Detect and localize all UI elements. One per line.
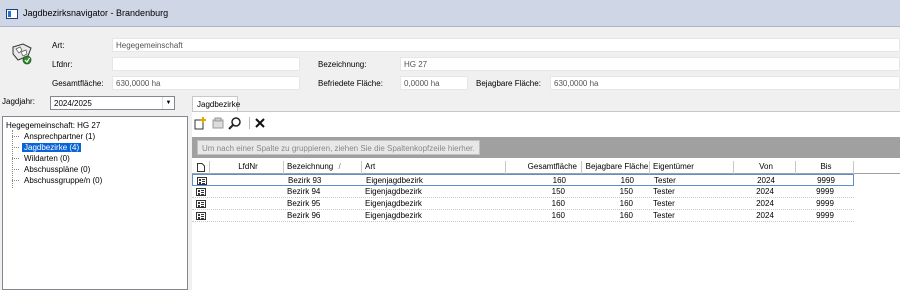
cell-bis: 9999 <box>816 187 834 196</box>
bejagbare-flaeche-label: Bejagbare Fläche: <box>476 79 541 88</box>
cell-von: 2024 <box>757 176 775 185</box>
dropdown-arrow-icon[interactable]: ▼ <box>162 97 174 109</box>
tree-item-abschussplaene[interactable]: Abschusspläne (0) <box>6 164 184 175</box>
app-window-icon <box>6 9 18 19</box>
delete-icon[interactable] <box>253 116 267 130</box>
column-header-eigentuemer[interactable]: Eigentümer <box>650 161 734 174</box>
column-header-bezeichnung[interactable]: Bezeichnung / <box>284 161 362 174</box>
cell-bezeichnung: Bezirk 96 <box>287 211 321 220</box>
lfdnr-label: Lfdnr: <box>52 60 73 69</box>
document-icon <box>197 163 205 172</box>
jagdjahr-select[interactable]: 2024/2025 ▼ <box>50 96 175 110</box>
lfdnr-field[interactable] <box>112 57 300 71</box>
cell-gesamtflaeche: 150 <box>551 187 565 196</box>
cell-lfdnr <box>210 186 284 197</box>
cell-von: 2024 <box>756 199 774 208</box>
tree-item-label: Abschussgruppe/n (0) <box>24 176 103 185</box>
bezeichnung-label: Bezeichnung: <box>318 60 367 69</box>
sort-ascending-icon: / <box>338 162 341 171</box>
column-header-bejagbare-flaeche[interactable]: Bejagbare Fläche <box>582 161 650 174</box>
tree-item-label: Ansprechpartner (1) <box>24 132 96 141</box>
column-header-lfdnr[interactable]: LfdNr <box>210 161 284 174</box>
jagdjahr-label: Jagdjahr: <box>2 97 35 106</box>
cell-bejagbare-flaeche: 160 <box>620 176 634 185</box>
search-icon[interactable] <box>228 116 242 130</box>
cell-art: Eigenjagdbezirk <box>365 187 422 196</box>
cell-bis: 9999 <box>816 199 834 208</box>
cell-eigentuemer: Tester <box>653 187 675 196</box>
cell-art: Eigenjagdbezirk <box>365 211 422 220</box>
cell-von: 2024 <box>756 187 774 196</box>
cell-bejagbare-flaeche: 160 <box>619 199 633 208</box>
properties-icon[interactable] <box>211 116 225 130</box>
gesamtflaeche-label: Gesamtfläche: <box>52 79 104 88</box>
jagdbezirke-grid: LfdNr Bezeichnung / Art Gesamtfläche Bej… <box>192 161 900 222</box>
header-panel: Art: Hegegemeinschaft Lfdnr: Bezeichnung… <box>0 28 900 92</box>
cell-bezeichnung: Bezirk 95 <box>287 199 321 208</box>
cell-eigentuemer: Tester <box>653 211 675 220</box>
cell-art: Eigenjagdbezirk <box>365 199 422 208</box>
befriedete-flaeche-label: Befriedete Fläche: <box>318 79 383 88</box>
record-icon <box>197 177 207 185</box>
column-header-icon[interactable] <box>192 161 210 174</box>
cell-von: 2024 <box>756 211 774 220</box>
window-title: Jagdbezirksnavigator - Brandenburg <box>23 8 169 18</box>
jagdjahr-value: 2024/2025 <box>54 99 92 108</box>
cell-bejagbare-flaeche: 150 <box>619 187 633 196</box>
cell-eigentuemer: Tester <box>654 176 676 185</box>
bezeichnung-field[interactable]: HG 27 <box>400 57 900 71</box>
tree-item-label: Wildarten (0) <box>24 154 70 163</box>
tree-item-label: Jagdbezirke (4) <box>22 143 82 152</box>
cell-bejagbare-flaeche: 160 <box>619 211 633 220</box>
art-label: Art: <box>52 41 65 50</box>
jagdbezirke-panel: Um nach einer Spalte zu gruppieren, zieh… <box>192 111 900 290</box>
art-field[interactable]: Hegegemeinschaft <box>112 38 900 52</box>
new-icon[interactable] <box>194 116 208 130</box>
column-header-gesamtflaeche[interactable]: Gesamtfläche <box>506 161 582 174</box>
table-row[interactable]: Bezirk 93 Eigenjagdbezirk 160 160 Tester… <box>192 174 854 186</box>
cell-lfdnr <box>210 198 284 209</box>
group-by-hint: Um nach einer Spalte zu gruppieren, zieh… <box>197 140 480 155</box>
cell-bis: 9999 <box>816 211 834 220</box>
cell-gesamtflaeche: 160 <box>551 199 565 208</box>
cell-lfdnr <box>210 210 284 221</box>
table-row[interactable]: Bezirk 96 Eigenjagdbezirk 160 160 Tester… <box>192 210 854 222</box>
befriedete-flaeche-field[interactable]: 0,0000 ha <box>400 76 468 90</box>
column-header-art[interactable]: Art <box>362 161 506 174</box>
tree-item-abschussgruppen[interactable]: Abschussgruppe/n (0) <box>6 175 184 186</box>
title-bar: Jagdbezirksnavigator - Brandenburg <box>0 0 900 27</box>
tree-item-ansprechpartner[interactable]: Ansprechpartner (1) <box>6 131 184 142</box>
cell-eigentuemer: Tester <box>653 199 675 208</box>
table-row[interactable]: Bezirk 94 Eigenjagdbezirk 150 150 Tester… <box>192 186 854 198</box>
record-icon <box>196 212 206 220</box>
tree-item-label: Abschusspläne (0) <box>24 165 91 174</box>
record-icon <box>196 200 206 208</box>
cell-gesamtflaeche: 160 <box>552 176 566 185</box>
gesamtflaeche-field[interactable]: 630,0000 ha <box>112 76 300 90</box>
column-header-label: Bezeichnung <box>287 162 334 171</box>
cell-bezeichnung: Bezirk 93 <box>288 176 322 185</box>
tree-item-jagdbezirke[interactable]: Jagdbezirke (4) <box>6 142 184 153</box>
grid-header: LfdNr Bezeichnung / Art Gesamtfläche Bej… <box>192 161 900 174</box>
tab-jagdbezirke[interactable]: Jagdbezirke <box>192 96 240 112</box>
tree-item-wildarten[interactable]: Wildarten (0) <box>6 153 184 164</box>
column-header-bis[interactable]: Bis <box>796 161 854 174</box>
group-by-area[interactable]: Um nach einer Spalte zu gruppieren, zieh… <box>192 137 900 158</box>
cell-gesamtflaeche: 160 <box>551 211 565 220</box>
bejagbare-flaeche-field[interactable]: 630,0000 ha <box>550 76 900 90</box>
cell-bis: 9999 <box>817 176 835 185</box>
table-row[interactable]: Bezirk 95 Eigenjagdbezirk 160 160 Tester… <box>192 198 854 210</box>
cell-bezeichnung: Bezirk 94 <box>287 187 321 196</box>
navigation-tree: Hegegemeinschaft: HG 27 Ansprechpartner … <box>2 116 188 290</box>
cell-art: Eigenjagdbezirk <box>366 176 423 185</box>
tree-root[interactable]: Hegegemeinschaft: HG 27 <box>6 121 184 131</box>
hunting-district-icon <box>12 43 32 65</box>
column-header-von[interactable]: Von <box>734 161 796 174</box>
cell-lfdnr <box>211 175 285 186</box>
record-icon <box>196 188 206 196</box>
